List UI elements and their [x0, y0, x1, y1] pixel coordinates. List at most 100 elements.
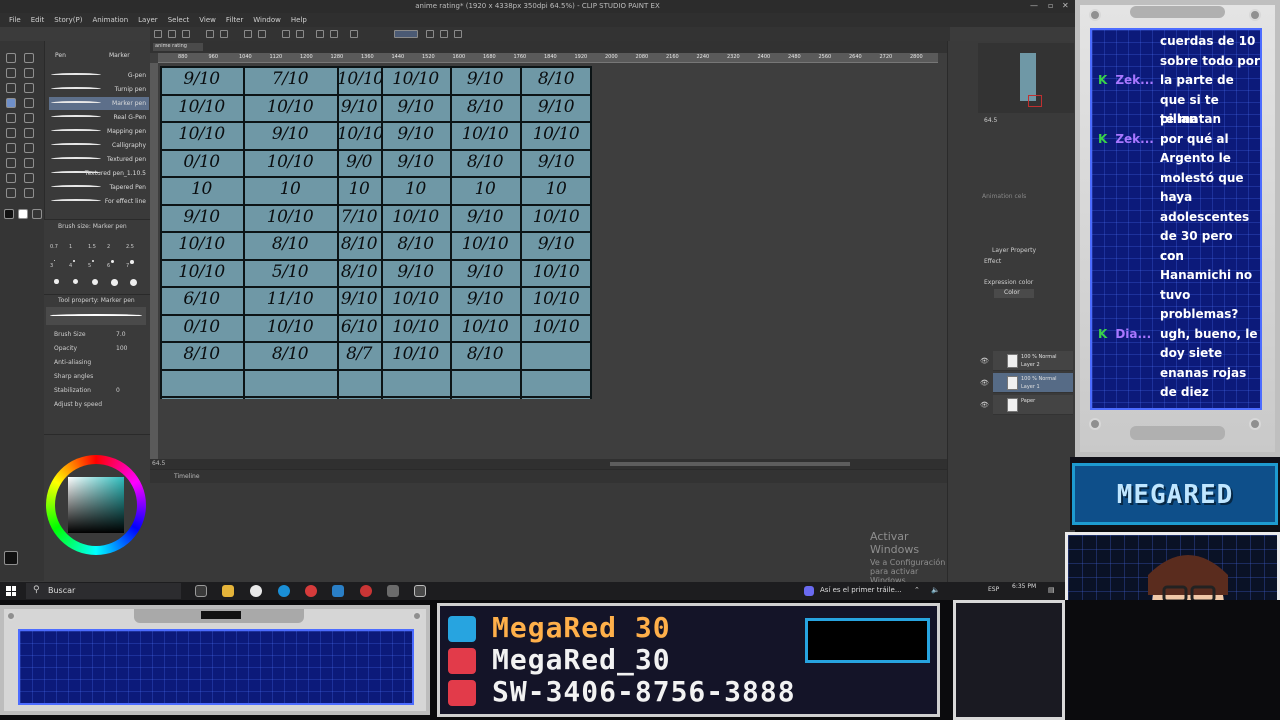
brush-size-dot[interactable]	[130, 260, 134, 264]
saturation-value-square[interactable]	[68, 477, 124, 533]
ruler-tool-icon[interactable]	[6, 173, 16, 183]
chat-username[interactable]: K Zek...	[1098, 73, 1154, 87]
menu-item[interactable]: Story(P)	[49, 13, 87, 27]
chat-user-name[interactable]: Zek...	[1115, 132, 1154, 146]
opera-icon[interactable]	[305, 585, 317, 597]
brush-size-value[interactable]: 2	[107, 244, 110, 250]
menu-item[interactable]: Filter	[221, 13, 248, 27]
tab-marker[interactable]: Marker	[109, 52, 130, 59]
rating-cell[interactable]: 5/10	[243, 262, 337, 282]
gradient-tool-icon[interactable]	[24, 143, 34, 153]
rating-cell[interactable]: 9/10	[450, 207, 520, 227]
brush-item[interactable]: For effect line	[49, 195, 149, 208]
rating-cell[interactable]: 9/10	[450, 262, 520, 282]
rating-cell[interactable]: 11/10	[243, 289, 337, 309]
fill-icon[interactable]	[282, 30, 290, 38]
rating-cell[interactable]: 10/10	[450, 124, 520, 144]
document-tab[interactable]: anime rating	[153, 43, 203, 51]
undo-icon[interactable]	[206, 30, 214, 38]
obs-icon[interactable]	[360, 585, 372, 597]
brush-size-value[interactable]: 5	[88, 263, 91, 269]
open-file-icon[interactable]	[168, 30, 176, 38]
rating-cell[interactable]: 10	[520, 179, 592, 199]
main-color-chip[interactable]	[4, 551, 18, 565]
brush-size-dot[interactable]	[54, 260, 55, 261]
brush-item[interactable]: Turnip pen	[49, 83, 149, 96]
brush-tool-icon[interactable]	[6, 113, 16, 123]
rating-cell[interactable]: 8/10	[337, 262, 381, 282]
rating-cell[interactable]: 9/10	[381, 262, 450, 282]
move-tool-icon[interactable]	[6, 68, 16, 78]
menu-item[interactable]: Select	[163, 13, 195, 27]
rating-cell[interactable]: 9/10	[520, 234, 592, 254]
balloon-tool-icon[interactable]	[6, 188, 16, 198]
brush-size-dot[interactable]	[130, 279, 138, 287]
rating-cell[interactable]: 10/10	[450, 234, 520, 254]
eye-icon[interactable]: 👁	[980, 401, 989, 409]
chat-user-name[interactable]: Zek...	[1115, 73, 1154, 87]
brush-size-value[interactable]: 7	[126, 263, 129, 269]
eye-icon[interactable]: 👁	[980, 379, 989, 387]
input-language[interactable]: ESP	[988, 586, 999, 593]
menu-item[interactable]: Animation	[87, 13, 133, 27]
zoom-tool-icon[interactable]	[6, 53, 16, 63]
rating-cell[interactable]: 10/10	[243, 97, 337, 117]
transparent-swatch[interactable]	[32, 209, 42, 219]
crop-icon[interactable]	[330, 30, 338, 38]
main-color-swatch[interactable]	[4, 209, 14, 219]
rating-cell[interactable]: 9/10	[160, 207, 243, 227]
rating-cell[interactable]: 10/10	[381, 317, 450, 337]
brush-item[interactable]: Textured pen	[49, 153, 149, 166]
chat-user-name[interactable]: Dia...	[1115, 327, 1151, 341]
rating-cell[interactable]: 8/10	[243, 344, 337, 364]
rating-cell[interactable]: 0/10	[160, 152, 243, 172]
volume-icon[interactable]: 🔈	[931, 586, 940, 594]
save-icon[interactable]	[182, 30, 190, 38]
correct-line-tool-icon[interactable]	[24, 188, 34, 198]
rating-cell[interactable]: 9/10	[450, 289, 520, 309]
rating-cell[interactable]: 6/10	[337, 317, 381, 337]
brush-size-value[interactable]: 4	[69, 263, 72, 269]
property-value[interactable]: 0	[116, 387, 120, 394]
eye-icon[interactable]: 👁	[980, 357, 989, 365]
brush-size-value[interactable]: 6	[107, 263, 110, 269]
rating-cell[interactable]: 10/10	[520, 262, 592, 282]
brush-item[interactable]: G-pen	[49, 69, 149, 82]
close-icon[interactable]: ✕	[1062, 1, 1069, 10]
rating-cell[interactable]: 8/10	[243, 234, 337, 254]
rating-cell[interactable]: 8/10	[450, 97, 520, 117]
rating-cell[interactable]: 9/0	[337, 152, 381, 172]
new-file-icon[interactable]	[154, 30, 162, 38]
grid-icon[interactable]	[454, 30, 462, 38]
property-value[interactable]: 100	[116, 345, 127, 352]
brush-size-dot[interactable]	[92, 279, 98, 285]
deselect-icon[interactable]	[296, 30, 304, 38]
brush-size-value[interactable]: 1.5	[88, 244, 96, 250]
menu-item[interactable]: Edit	[26, 13, 50, 27]
media-player-icon[interactable]	[250, 585, 262, 597]
pen-tool-icon[interactable]	[6, 98, 16, 108]
edge-icon[interactable]	[278, 585, 290, 597]
rating-cell[interactable]: 6/10	[160, 289, 243, 309]
minimize-icon[interactable]: —	[1030, 1, 1038, 10]
rating-cell[interactable]: 10/10	[381, 344, 450, 364]
guide-icon[interactable]	[440, 30, 448, 38]
rating-cell[interactable]: 9/10	[381, 152, 450, 172]
hand-tool-icon[interactable]	[24, 53, 34, 63]
figure-tool-icon[interactable]	[6, 158, 16, 168]
rating-cell[interactable]: 9/10	[337, 289, 381, 309]
frame-tool-icon[interactable]	[24, 158, 34, 168]
text-tool-icon[interactable]	[24, 173, 34, 183]
property-value[interactable]: 7.0	[116, 331, 126, 338]
rating-cell[interactable]: 10/10	[450, 317, 520, 337]
rating-cell[interactable]: 9/10	[243, 124, 337, 144]
rating-cell[interactable]: 8/10	[337, 234, 381, 254]
rating-cell[interactable]: 9/10	[381, 97, 450, 117]
task-view-icon[interactable]	[195, 585, 207, 597]
eraser-tool-icon[interactable]	[6, 128, 16, 138]
clear-icon[interactable]	[244, 30, 252, 38]
file-explorer-icon[interactable]	[222, 585, 234, 597]
rating-cell[interactable]: 8/10	[160, 344, 243, 364]
rating-cell[interactable]: 10	[381, 179, 450, 199]
horizontal-scrollbar[interactable]	[610, 462, 850, 466]
